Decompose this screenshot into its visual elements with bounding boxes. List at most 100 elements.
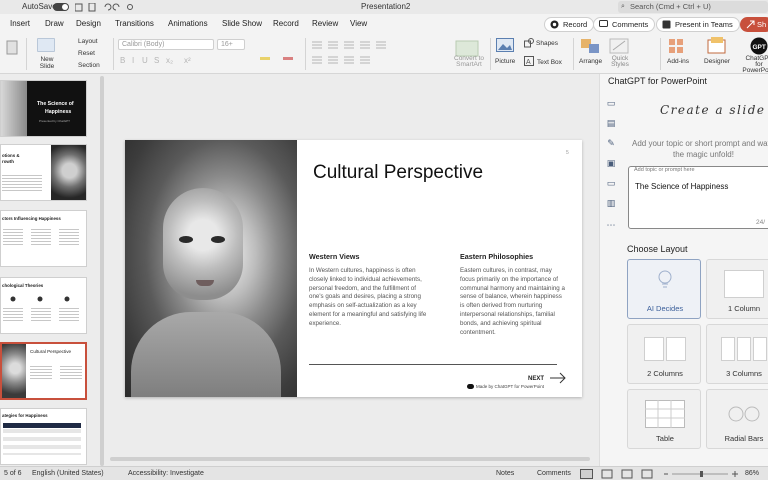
shapes-button[interactable]: Shapes (536, 40, 558, 47)
panel-title: ChatGPT for PowerPoint (608, 76, 707, 86)
prompt-value[interactable]: The Science of Happiness (635, 182, 728, 191)
picture-icon[interactable] (496, 38, 514, 52)
radial-bars-icon (728, 406, 760, 422)
search-box[interactable]: ⌕ Search (Cmd + Ctrl + U) (618, 1, 768, 13)
eastern-philosophies-body[interactable]: Eastern cultures, in contrast, may focus… (460, 267, 566, 337)
slide-thumbnail-3[interactable]: ctors Influencing Happiness (0, 210, 87, 267)
new-slide-icon[interactable] (37, 38, 55, 52)
divider-line (309, 364, 557, 365)
title-bar: AutoSave Presentation2 ⌕ Search (Cmd + C… (0, 0, 768, 14)
accessibility-indicator[interactable]: Accessibility: Investigate (128, 467, 204, 480)
comments-button[interactable]: Comments (593, 17, 656, 32)
share-button[interactable]: Sh (740, 17, 768, 32)
font-name-field[interactable]: Calibri (Body) (118, 39, 214, 50)
comment-icon (599, 20, 608, 29)
tab-record[interactable]: Record (273, 14, 299, 34)
shapes-icon[interactable] (524, 38, 534, 48)
tab-draw[interactable]: Draw (45, 14, 64, 34)
view-mode-icons[interactable] (580, 469, 670, 479)
record-button[interactable]: Record (544, 17, 595, 32)
svg-text:A: A (526, 59, 531, 66)
present-in-teams-button[interactable]: Present in Teams (656, 17, 740, 32)
tab-animations[interactable]: Animations (168, 14, 208, 34)
zoom-slider[interactable] (662, 470, 740, 478)
image-icon[interactable]: ▣ (606, 158, 616, 168)
paste-icon[interactable] (6, 38, 18, 56)
text-box-icon[interactable]: A (524, 56, 534, 66)
font-format-icons[interactable]: B I U Sx₂ x² (118, 54, 303, 66)
slide-thumbnail-pane: The Science of Happiness Presented by Ch… (0, 74, 104, 466)
prompt-textarea[interactable] (628, 166, 768, 229)
layout-1-column[interactable]: 1 Column (706, 259, 768, 319)
tab-insert[interactable]: Insert (10, 14, 30, 34)
share-icon (746, 20, 755, 29)
picture-button[interactable]: Picture (495, 58, 515, 65)
thumbnail-photo (51, 145, 86, 200)
designer-icon[interactable] (707, 37, 727, 55)
record-icon (550, 20, 559, 29)
new-slide-button[interactable]: New Slide (34, 56, 60, 70)
chatgpt-button[interactable]: ChatGPT for PowerPoint (742, 55, 768, 74)
layout-2-columns[interactable]: 2 Columns (627, 324, 701, 384)
svg-text:x₂: x₂ (166, 56, 173, 65)
western-views-heading[interactable]: Western Views (309, 252, 359, 261)
quick-styles-icon[interactable] (609, 38, 631, 54)
western-views-body[interactable]: In Western cultures, happiness is often … (309, 267, 429, 329)
layout-table[interactable]: Table (627, 389, 701, 449)
document-title: Presentation2 (361, 2, 411, 11)
language-indicator[interactable]: English (United States) (32, 467, 104, 480)
tab-transitions[interactable]: Transitions (115, 14, 154, 34)
quick-access-icons[interactable] (75, 3, 135, 12)
autosave-label: AutoSave (22, 2, 57, 11)
layout-button[interactable]: Layout (78, 38, 98, 45)
document-icon[interactable]: ▤ (606, 118, 616, 128)
reset-button[interactable]: Reset (78, 50, 95, 57)
section-button[interactable]: Section (78, 62, 100, 69)
layout-radial-bars[interactable]: Radial Bars (706, 389, 768, 449)
slide-thumbnail-1[interactable]: The Science of Happiness Presented by Ch… (0, 80, 87, 137)
slide-thumbnail-6[interactable]: ategies for Happiness (0, 408, 87, 465)
font-size-field[interactable]: 16+ (217, 39, 245, 50)
slide-thumbnail-4[interactable]: chological Theories (0, 277, 87, 334)
svg-text:I: I (132, 56, 134, 65)
zoom-level[interactable]: 86% (745, 467, 759, 480)
add-ins-icon[interactable] (668, 38, 686, 54)
slide-title[interactable]: Cultural Perspective (313, 162, 483, 184)
tab-review[interactable]: Review (312, 14, 338, 34)
layout-ai-decides[interactable]: AI Decides (627, 259, 701, 319)
layout-3-columns[interactable]: 3 Columns (706, 324, 768, 384)
designer-button[interactable]: Designer (704, 58, 730, 65)
tab-design[interactable]: Design (76, 14, 101, 34)
current-slide[interactable]: Cultural Perspective 5 Western Views In … (125, 140, 582, 397)
quick-styles-button[interactable]: Quick Styles (605, 55, 635, 68)
status-bar: 5 of 6 English (United States) Accessibi… (0, 466, 768, 480)
autosave-toggle[interactable] (53, 3, 69, 11)
svg-text:GPT: GPT (753, 44, 766, 51)
comments-status-button[interactable]: Comments (537, 467, 571, 480)
canvas-scrollbar[interactable] (110, 457, 590, 461)
note-icon[interactable]: ▭ (606, 178, 616, 188)
chatgpt-icon[interactable]: GPT (750, 37, 768, 55)
slide-photo-child (125, 140, 297, 397)
slide-thumbnail-5[interactable]: Cultural Perspective (0, 342, 87, 400)
more-icon[interactable]: ⋯ (606, 220, 616, 230)
thumbnail-photo (2, 344, 26, 398)
tab-slide-show[interactable]: Slide Show (222, 14, 262, 34)
add-ins-button[interactable]: Add-ins (667, 58, 689, 65)
tab-view[interactable]: View (350, 14, 367, 34)
next-label: NEXT (528, 376, 545, 382)
made-by-label: Made by ChatGPT for PowerPoint (467, 384, 544, 389)
text-box-button[interactable]: Text Box (537, 59, 562, 66)
briefcase-icon[interactable]: ▥ (606, 198, 616, 208)
eastern-philosophies-heading[interactable]: Eastern Philosophies (460, 252, 533, 261)
arrange-icon[interactable] (580, 38, 602, 54)
arrow-right-icon (550, 372, 566, 384)
pencil-icon[interactable]: ✎ (606, 138, 616, 148)
presentation-icon[interactable]: ▭ (606, 98, 616, 108)
slide-thumbnail-2[interactable]: otions & rowth (0, 144, 87, 201)
notes-button[interactable]: Notes (496, 467, 514, 480)
convert-to-smartart-button[interactable]: Convert to SmartArt (451, 55, 487, 68)
arrange-button[interactable]: Arrange (579, 58, 602, 65)
sparkle-bulb-icon (658, 270, 672, 288)
prompt-label: Add topic or prompt here (634, 167, 695, 173)
